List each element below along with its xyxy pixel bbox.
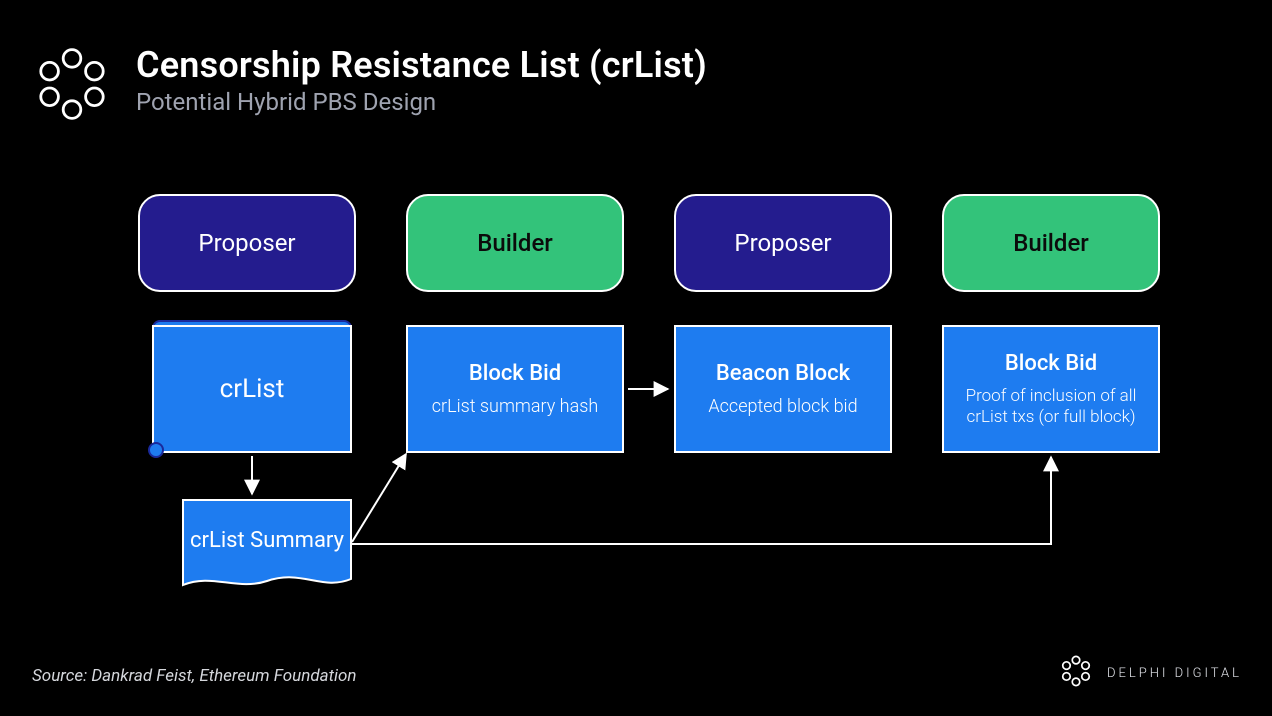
role-label: Proposer — [198, 229, 295, 257]
node-block-bid-1: Block Bid crList summary hash — [406, 325, 624, 453]
node-title: Block Bid — [1005, 351, 1097, 376]
role-label: Proposer — [734, 229, 831, 257]
logo-icon — [32, 44, 112, 124]
node-sub: crList summary hash — [432, 396, 598, 418]
role-label: Builder — [477, 229, 553, 257]
node-title: crList — [220, 374, 285, 404]
arrow-summary-to-blockbid2 — [352, 457, 1051, 544]
brand-footer: DELPHI DIGITAL — [1059, 654, 1242, 692]
role-proposer-1: Proposer — [138, 194, 356, 292]
slide-subtitle: Potential Hybrid PBS Design — [136, 88, 707, 116]
node-title: Block Bid — [469, 361, 561, 386]
node-title: Beacon Block — [716, 361, 850, 386]
title-block: Censorship Resistance List (crList) Pote… — [136, 44, 707, 116]
role-label: Builder — [1013, 229, 1089, 257]
arrow-summary-to-blockbid1 — [352, 454, 406, 542]
node-block-bid-2: Block Bid Proof of inclusion of all crLi… — [942, 325, 1160, 453]
role-builder-2: Builder — [942, 194, 1160, 292]
slide-header: Censorship Resistance List (crList) Pote… — [32, 44, 707, 124]
source-citation: Source: Dankrad Feist, Ethereum Foundati… — [32, 666, 357, 686]
node-title: crList Summary — [182, 499, 352, 591]
brand-text: DELPHI DIGITAL — [1107, 666, 1242, 681]
role-proposer-2: Proposer — [674, 194, 892, 292]
brand-logo-icon — [1059, 654, 1093, 692]
slide-title: Censorship Resistance List (crList) — [136, 44, 707, 86]
node-crlist: crList — [152, 325, 352, 453]
node-sub: Accepted block bid — [708, 396, 857, 418]
node-beacon-block: Beacon Block Accepted block bid — [674, 325, 892, 453]
scroll-curl-bottom — [148, 442, 164, 458]
diagram: Proposer Builder Proposer Builder crList… — [138, 194, 1162, 614]
role-builder-1: Builder — [406, 194, 624, 292]
node-sub: Proof of inclusion of all crList txs (or… — [958, 386, 1144, 427]
node-crlist-summary: crList Summary — [182, 499, 352, 591]
